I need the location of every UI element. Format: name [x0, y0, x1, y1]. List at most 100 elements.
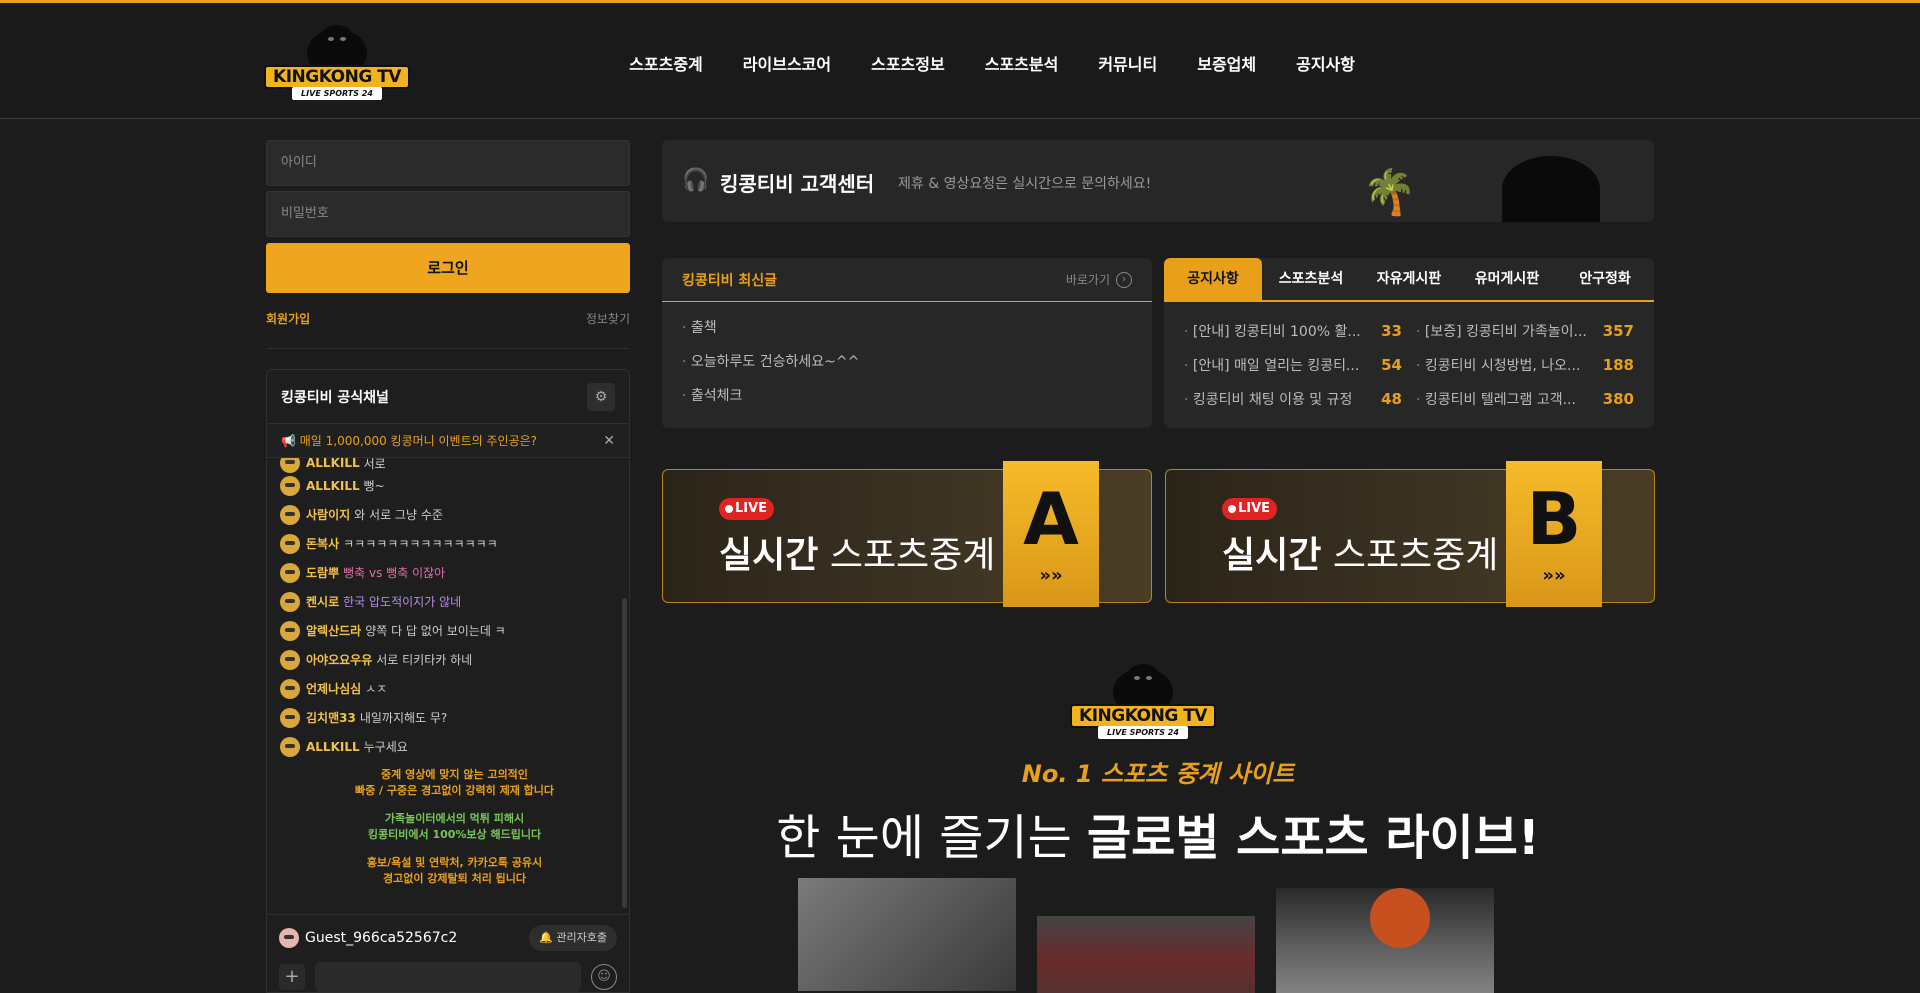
- chat-message: ALLKILL 서로: [280, 458, 629, 473]
- avatar: [280, 504, 300, 525]
- headline-light: 한 눈에 즐기는: [776, 810, 1087, 866]
- post-count: 54: [1381, 356, 1402, 374]
- call-admin-button[interactable]: 🔔 관리자호출: [529, 924, 617, 951]
- list-item[interactable]: [안내] 킹콩티비 100% 활... 33: [1184, 314, 1402, 348]
- tab-free-board[interactable]: 자유게시판: [1360, 258, 1458, 300]
- post-title: [안내] 매일 열리는 킹콩티...: [1184, 355, 1359, 375]
- chat-scrollbar[interactable]: [622, 598, 627, 908]
- login-button[interactable]: 로그인: [266, 243, 630, 293]
- banner-title-bold: 실시간: [1222, 535, 1322, 576]
- nav-sports-analysis[interactable]: 스포츠분석: [985, 51, 1059, 75]
- post-count: 380: [1602, 390, 1634, 408]
- chat-text: 뻥축 vs 뻥축 이잖아: [343, 566, 446, 580]
- tab-humor-board[interactable]: 유머게시판: [1458, 258, 1556, 300]
- chat-message: ALLKILL 누구세요: [280, 732, 629, 761]
- tab-sports-analysis[interactable]: 스포츠분석: [1262, 258, 1360, 300]
- password-input[interactable]: 비밀번호: [266, 191, 630, 237]
- find-account-link[interactable]: 정보찾기: [586, 310, 630, 327]
- join-link[interactable]: 회원가입: [266, 310, 310, 327]
- avatar: [280, 591, 300, 612]
- chat-notice[interactable]: 📢 매일 1,000,000 킹콩머니 이벤트의 주인공은? ✕: [267, 424, 629, 458]
- chat-nick[interactable]: ALLKILL: [306, 479, 360, 493]
- nav-sports-info[interactable]: 스포츠정보: [871, 51, 945, 75]
- list-item[interactable]: [보증] 킹콩티비 가족놀이... 357: [1416, 314, 1634, 348]
- login-panel: 아이디 비밀번호 로그인 회원가입 정보찾기: [266, 140, 630, 349]
- close-icon[interactable]: ✕: [603, 433, 615, 449]
- chat-title: 킹콩티비 공식채널: [281, 389, 389, 406]
- double-chevron-icon: »»: [1039, 565, 1063, 586]
- chat-header: 킹콩티비 공식채널 ⚙: [267, 370, 629, 424]
- customer-center-title: 킹콩티비 고객센터: [720, 172, 875, 196]
- call-admin-label: 관리자호출: [556, 930, 607, 944]
- logo-subtext: LIVE SPORTS 24: [1098, 726, 1188, 739]
- chat-rules: 중계 영상에 맞지 않는 고의적인 빠중 / 구중은 경고없이 강력히 제재 합니…: [280, 767, 629, 887]
- chat-message: 아야오요우유 서로 티키타카 하네: [280, 645, 629, 674]
- logo-text: KINGKONG TV: [264, 65, 410, 89]
- shortcut-link[interactable]: 바로가기 ›: [1066, 271, 1132, 288]
- list-item[interactable]: 오늘하루도 건승하세요~^^: [682, 351, 1132, 385]
- chat-input[interactable]: [315, 962, 581, 992]
- chat-nick[interactable]: 언제나심심: [306, 680, 361, 697]
- emoji-icon[interactable]: ☺: [591, 964, 617, 990]
- chat-message: 켄시로 한국 압도적이지가 않네: [280, 587, 629, 616]
- rule-text: 홍보/욕설 및 연락처, 카카오톡 공유시: [366, 856, 543, 869]
- chat-nick[interactable]: 알렉산드라: [306, 622, 361, 639]
- nav-community[interactable]: 커뮤니티: [1098, 51, 1157, 75]
- gear-icon[interactable]: ⚙: [587, 382, 615, 411]
- chat-message: 언제나심심 ㅅㅈ: [280, 674, 629, 703]
- chat-messages[interactable]: ALLKILL 서로 ALLKILL 뻥~ 사람이지 와 서로 그냥 수준 돈복사 ㅋㅋ…: [267, 458, 629, 914]
- chat-nick[interactable]: 돈복사: [306, 535, 339, 552]
- nav-notices[interactable]: 공지사항: [1296, 51, 1355, 75]
- rule-text: 빠중 / 구중은 경고없이 강력히 제재 합니다: [354, 784, 555, 797]
- main-nav: 스포츠중계 라이브스코어 스포츠정보 스포츠분석 커뮤니티 보증업체 공지사항: [629, 51, 1355, 75]
- headline-bold: 글로벌 스포츠 라이브!: [1086, 810, 1540, 866]
- promo-tagline: No. 1 스포츠 중계 사이트: [1021, 760, 1295, 788]
- chat-nick[interactable]: 김치맨33: [306, 709, 356, 726]
- tab-notices[interactable]: 공지사항: [1164, 258, 1262, 300]
- list-item[interactable]: 킹콩티비 시청방법, 나오... 188: [1416, 348, 1634, 382]
- stadium-photo: [1037, 916, 1255, 993]
- banner-title-bold: 실시간: [719, 535, 819, 576]
- live-badge: LIVE: [1222, 498, 1278, 520]
- nav-verified-sites[interactable]: 보증업체: [1197, 51, 1256, 75]
- banner-title-rest: 스포츠중계: [818, 535, 996, 576]
- latest-posts: 킹콩티비 최신글 바로가기 › 출책 오늘하루도 건승하세요~^^ 출석체크: [662, 258, 1152, 428]
- live-banner-a[interactable]: LIVE 실시간 스포츠중계 A »»: [662, 461, 1152, 607]
- avatar: [279, 927, 299, 948]
- list-item[interactable]: 출석체크: [682, 385, 1132, 419]
- chat-nick[interactable]: 아야오요우유: [306, 651, 372, 668]
- tab-eye-candy[interactable]: 안구정화: [1556, 258, 1654, 300]
- post-title: 킹콩티비 채팅 이용 및 규정: [1184, 389, 1352, 409]
- chat-nick[interactable]: ALLKILL: [306, 458, 360, 470]
- list-item[interactable]: 킹콩티비 채팅 이용 및 규정 48: [1184, 382, 1402, 416]
- nav-sports-broadcast[interactable]: 스포츠중계: [629, 51, 703, 75]
- list-item[interactable]: 킹콩티비 텔레그램 고객... 380: [1416, 382, 1634, 416]
- logo-text: KINGKONG TV: [1070, 704, 1216, 728]
- live-banner-b[interactable]: LIVE 실시간 스포츠중계 B »»: [1165, 461, 1655, 607]
- plus-icon[interactable]: +: [279, 964, 305, 990]
- channel-letter: B: [1526, 477, 1582, 561]
- chevron-right-icon: ›: [1116, 271, 1132, 288]
- latest-posts-header: 킹콩티비 최신글 바로가기 ›: [662, 258, 1152, 302]
- list-item[interactable]: 출책: [682, 317, 1132, 351]
- promo-logo: KINGKONG TV LIVE SPORTS 24: [1070, 662, 1216, 740]
- live-badge: LIVE: [719, 498, 775, 520]
- chat-text: 와 서로 그냥 수준: [354, 508, 443, 522]
- chat-nick[interactable]: 켄시로: [306, 593, 339, 610]
- chat-text: 내일까지해도 무?: [359, 711, 448, 725]
- logo-subtext: LIVE SPORTS 24: [292, 87, 382, 100]
- chat-nick[interactable]: ALLKILL: [306, 740, 360, 754]
- palm-tree-icon: 🌴: [1362, 167, 1417, 218]
- latest-posts-title: 킹콩티비 최신글: [682, 272, 778, 289]
- list-item[interactable]: [안내] 매일 열리는 킹콩티... 54: [1184, 348, 1402, 382]
- avatar: [280, 533, 300, 554]
- customer-center-banner[interactable]: 🎧 킹콩티비 고객센터 제휴 & 영상요청은 실시간으로 문의하세요! 🌴: [662, 140, 1654, 222]
- site-logo[interactable]: KINGKONG TV LIVE SPORTS 24: [264, 23, 410, 101]
- guest-name: Guest_966ca52567c2: [305, 929, 458, 946]
- chat-nick[interactable]: 사람이지: [306, 506, 350, 523]
- nav-live-score[interactable]: 라이브스코어: [743, 51, 831, 75]
- id-input[interactable]: 아이디: [266, 140, 630, 186]
- chat-user-bar: Guest_966ca52567c2 🔔 관리자호출: [267, 914, 629, 960]
- channel-letter: A: [1023, 477, 1079, 561]
- chat-nick[interactable]: 도람뿌: [306, 564, 339, 581]
